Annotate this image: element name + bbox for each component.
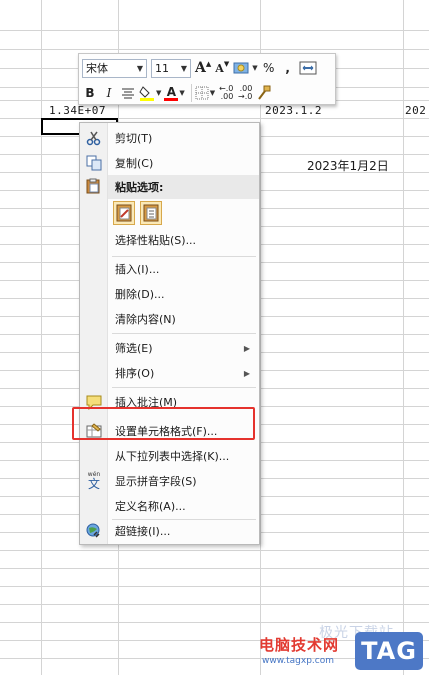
menu-item-sort[interactable]: 排序(O) ▶ [80, 361, 259, 385]
shrink-font-icon: A [215, 61, 224, 75]
paste-values-icon [143, 204, 159, 222]
number-format-button[interactable]: ▼ [233, 58, 258, 78]
cell-context-menu: 剪切(T) 复制(C) 粘贴选项: 选择性粘贴(S)... 插入(I)... 删… [79, 122, 260, 545]
annotation-highlight-box [72, 407, 255, 440]
mini-toolbar: 宋体 ▼ 11 ▼ A ▲ A ▼ ▼ % , B I ▼ A ▼ ▼ ←.0 … [78, 53, 336, 105]
menu-item-copy[interactable]: 复制(C) [80, 151, 259, 175]
font-color-icon: A [166, 84, 177, 99]
fill-color-button[interactable]: ▼ [139, 83, 161, 103]
copy-icon [85, 154, 103, 172]
menu-item-hyperlink[interactable]: 超链接(I)... [80, 519, 259, 543]
cell-date-partial[interactable]: 202 [405, 104, 426, 117]
menu-item-define-name[interactable]: 定义名称(A)... [80, 494, 259, 518]
center-align-button[interactable] [120, 83, 136, 103]
menu-separator [112, 387, 256, 388]
scissors-icon [85, 129, 103, 147]
menu-item-clear-contents[interactable]: 清除内容(N) [80, 307, 259, 331]
row-line [0, 550, 429, 551]
watermark-tag-logo: TAG [355, 632, 423, 670]
shrink-font-button[interactable]: A ▼ [214, 58, 230, 78]
cell-formatted-date[interactable]: 2023年1月2日 [307, 157, 389, 174]
menu-label: 删除(D)... [115, 288, 165, 301]
menu-label: 选择性粘贴(S)... [115, 234, 197, 247]
merge-cells-icon [299, 61, 317, 75]
grow-font-button[interactable]: A ▲ [195, 58, 211, 78]
mini-toolbar-row-font: 宋体 ▼ 11 ▼ A ▲ A ▼ ▼ % , [82, 57, 320, 79]
submenu-arrow-icon: ▶ [243, 368, 250, 378]
row-line [0, 604, 429, 605]
font-name-combo[interactable]: 宋体 ▼ [82, 58, 147, 78]
menu-label: 插入(I)... [115, 263, 160, 276]
chevron-down-icon: ▼ [180, 63, 187, 73]
menu-item-cut[interactable]: 剪切(T) [80, 126, 259, 150]
column-line [41, 0, 42, 675]
menu-label: 复制(C) [115, 157, 154, 170]
grow-font-icon: A [195, 60, 206, 76]
phonetic-guide-icon: wén 文 [87, 471, 101, 491]
menu-label: 从下拉列表中选择(K)... [115, 450, 230, 463]
format-painter-icon [258, 85, 271, 100]
paste-with-format-icon [116, 204, 132, 222]
menu-label: 剪切(T) [115, 132, 153, 145]
watermark-url: www.tagxp.com [262, 656, 334, 666]
cell-scientific-number[interactable]: 1.34E+07 [49, 104, 106, 117]
toolbar-divider [190, 84, 192, 102]
italic-button[interactable]: I [101, 83, 117, 103]
currency-format-icon [233, 62, 249, 74]
font-size-combo[interactable]: 11 ▼ [151, 58, 191, 78]
menu-label: 筛选(E) [115, 342, 153, 355]
menu-item-show-phonetic[interactable]: wén 文 显示拼音字段(S) [80, 469, 259, 493]
column-line [403, 0, 404, 675]
paint-bucket-icon [139, 86, 154, 101]
font-color-button[interactable]: A ▼ [164, 83, 185, 103]
clipboard-icon [85, 178, 103, 196]
font-name-value: 宋体 [86, 62, 108, 75]
borders-button[interactable]: ▼ [195, 83, 215, 103]
paste-formatting-button[interactable] [113, 201, 135, 225]
menu-label: 定义名称(A)... [115, 500, 186, 513]
borders-icon [195, 86, 209, 100]
submenu-arrow-icon: ▶ [243, 343, 250, 353]
menu-label: 排序(O) [115, 367, 155, 380]
row-line [0, 30, 429, 31]
paste-options-header: 粘贴选项: [108, 175, 259, 199]
menu-label: 粘贴选项: [115, 181, 164, 194]
hyperlink-globe-icon [85, 522, 103, 540]
merge-center-button[interactable] [299, 58, 317, 78]
increase-decimal-button[interactable]: ←.0.00 [218, 83, 234, 103]
comma-style-button[interactable]: , [280, 58, 296, 78]
menu-item-insert[interactable]: 插入(I)... [80, 257, 259, 281]
menu-label: 超链接(I)... [115, 525, 171, 538]
menu-item-pick-from-list[interactable]: 从下拉列表中选择(K)... [80, 444, 259, 468]
menu-label: 显示拼音字段(S) [115, 475, 197, 488]
decrease-decimal-button[interactable]: .00 →.0 [237, 83, 253, 103]
chevron-down-icon: ▼ [136, 63, 143, 73]
align-center-icon [122, 88, 134, 99]
format-painter-button[interactable] [256, 83, 272, 103]
menu-item-filter[interactable]: 筛选(E) ▶ [80, 336, 259, 360]
menu-item-paste-special[interactable]: 选择性粘贴(S)... [80, 228, 259, 252]
row-line [0, 568, 429, 569]
paste-values-button[interactable] [140, 201, 162, 225]
watermark-site-name: 电脑技术网 [259, 636, 340, 654]
row-line [0, 49, 429, 50]
bold-button[interactable]: B [82, 83, 98, 103]
mini-toolbar-row-format: B I ▼ A ▼ ▼ ←.0 .00 .00 →.0 [82, 82, 275, 104]
cell-date-text[interactable]: 2023.1.2 [265, 104, 322, 117]
menu-item-delete[interactable]: 删除(D)... [80, 282, 259, 306]
row-line [0, 586, 429, 587]
menu-separator [112, 333, 256, 334]
font-size-value: 11 [155, 61, 169, 75]
percent-style-button[interactable]: % [261, 58, 277, 78]
menu-label: 清除内容(N) [115, 313, 176, 326]
